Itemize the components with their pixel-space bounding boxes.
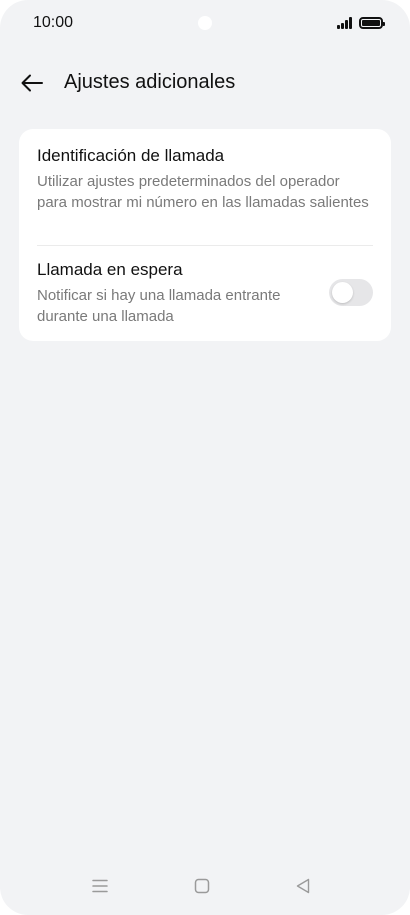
battery-full-icon: [359, 17, 385, 29]
nav-back-button[interactable]: [285, 871, 321, 901]
menu-icon: [92, 879, 108, 893]
arrow-left-icon: [21, 74, 43, 92]
setting-call-waiting[interactable]: Llamada en espera Notificar si hay una l…: [37, 259, 373, 329]
divider: [37, 245, 373, 246]
setting-call-waiting-description: Notificar si hay una llamada entrante du…: [37, 287, 281, 325]
setting-caller-id-description: Utilizar ajustes predeterminados del ope…: [37, 173, 369, 211]
setting-caller-id[interactable]: Identificación de llamada Utilizar ajust…: [37, 145, 373, 245]
setting-caller-id-title: Identificación de llamada: [37, 146, 225, 165]
top-app-bar: Ajustes adicionales: [0, 62, 410, 104]
status-time: 10:00: [33, 14, 74, 31]
signal-bars-icon: [337, 17, 354, 29]
toggle-knob: [332, 282, 353, 303]
front-camera: [198, 16, 212, 30]
status-bar: 10:00: [0, 0, 410, 46]
call-waiting-toggle[interactable]: [329, 279, 373, 306]
navigation-bar: [0, 861, 410, 915]
settings-card: Identificación de llamada Utilizar ajust…: [19, 129, 391, 341]
nav-home-button[interactable]: [184, 871, 220, 901]
setting-call-waiting-text: Llamada en espera Notificar si hay una l…: [37, 259, 317, 327]
back-triangle-icon: [296, 878, 310, 894]
setting-call-waiting-title: Llamada en espera: [37, 260, 183, 279]
page-title: Ajustes adicionales: [64, 71, 236, 93]
phone-screen: 10:00 Ajustes adicionales Identificación…: [0, 0, 410, 915]
home-square-icon: [194, 878, 210, 894]
nav-menu-button[interactable]: [82, 871, 118, 901]
back-button[interactable]: [16, 68, 48, 98]
